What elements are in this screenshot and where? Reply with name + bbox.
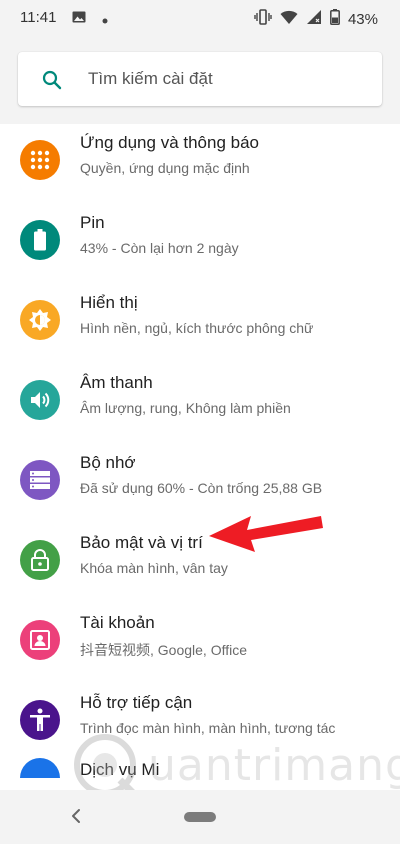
navigation-bar (0, 790, 400, 844)
search-icon (40, 68, 64, 92)
settings-item-title: Tài khoản (80, 613, 155, 632)
settings-item-accessibility[interactable]: Hỗ trợ tiếp cận Trình đọc màn hình, màn … (0, 684, 400, 764)
account-icon (20, 620, 60, 660)
settings-item-title: Ứng dụng và thông báo (80, 133, 259, 152)
settings-item-subtitle: Quyền, ứng dụng mặc định (80, 160, 250, 176)
apps-icon (20, 140, 60, 180)
search-placeholder: Tìm kiếm cài đặt (88, 69, 213, 88)
image-icon (72, 10, 86, 29)
settings-item-accounts[interactable]: Tài khoản 抖音短视频, Google, Office (0, 604, 400, 684)
status-time: 11:41 (20, 9, 57, 26)
settings-item-title: Hỗ trợ tiếp cận (80, 693, 193, 712)
back-icon[interactable] (66, 806, 86, 826)
settings-item-title: Hiển thị (80, 293, 138, 312)
settings-item-apps[interactable]: Ứng dụng và thông báo Quyền, ứng dụng mặ… (0, 124, 400, 204)
lock-icon (20, 540, 60, 580)
accessibility-icon (20, 700, 60, 740)
settings-item-title: Âm thanh (80, 373, 153, 392)
status-system-icons: 43% (254, 9, 378, 29)
battery-percent: 43% (347, 10, 378, 28)
settings-item-battery[interactable]: Pin 43% - Còn lại hơn 2 ngày (0, 204, 400, 284)
settings-item-title: Bộ nhớ (80, 453, 136, 472)
search-input[interactable]: Tìm kiếm cài đặt (18, 52, 382, 106)
settings-item-title: Dịch vụ Mi (80, 760, 160, 778)
mi-services-icon (20, 758, 60, 778)
wifi-icon (280, 9, 298, 29)
settings-item-subtitle: 43% - Còn lại hơn 2 ngày (80, 240, 239, 256)
settings-item-title: Pin (80, 213, 105, 232)
settings-item-subtitle: Trình đọc màn hình, màn hình, tương tác (80, 720, 336, 736)
settings-item-subtitle: Khóa màn hình, vân tay (80, 560, 228, 576)
battery-icon (330, 9, 340, 29)
settings-list: Ứng dụng và thông báo Quyền, ứng dụng mặ… (0, 124, 400, 778)
settings-item-security[interactable]: Bảo mật và vị trí Khóa màn hình, vân tay (0, 524, 400, 604)
status-notification-icons (72, 10, 108, 29)
volume-icon (20, 380, 60, 420)
settings-item-subtitle: Âm lượng, rung, Không làm phiền (80, 400, 291, 416)
home-pill[interactable] (184, 812, 216, 822)
settings-item-subtitle: 抖音短视频, Google, Office (80, 642, 248, 658)
status-bar: 11:41 43% (0, 0, 400, 36)
battery-icon (20, 220, 60, 260)
dot-icon (102, 11, 108, 29)
settings-item-storage[interactable]: Bộ nhớ Đã sử dụng 60% - Còn trống 25,88 … (0, 444, 400, 524)
vibrate-icon (254, 9, 272, 29)
search-area: Tìm kiếm cài đặt (0, 36, 400, 124)
settings-item-title: Bảo mật và vị trí (80, 533, 203, 552)
settings-item-subtitle: Hình nền, ngủ, kích thước phông chữ (80, 320, 314, 336)
settings-item-display[interactable]: Hiển thị Hình nền, ngủ, kích thước phông… (0, 284, 400, 364)
signal-icon (306, 9, 322, 29)
settings-item-subtitle: Đã sử dụng 60% - Còn trống 25,88 GB (80, 480, 323, 496)
settings-item-partial[interactable]: Dịch vụ Mi (0, 754, 400, 778)
settings-item-sound[interactable]: Âm thanh Âm lượng, rung, Không làm phiền (0, 364, 400, 444)
brightness-icon (20, 300, 60, 340)
storage-icon (20, 460, 60, 500)
